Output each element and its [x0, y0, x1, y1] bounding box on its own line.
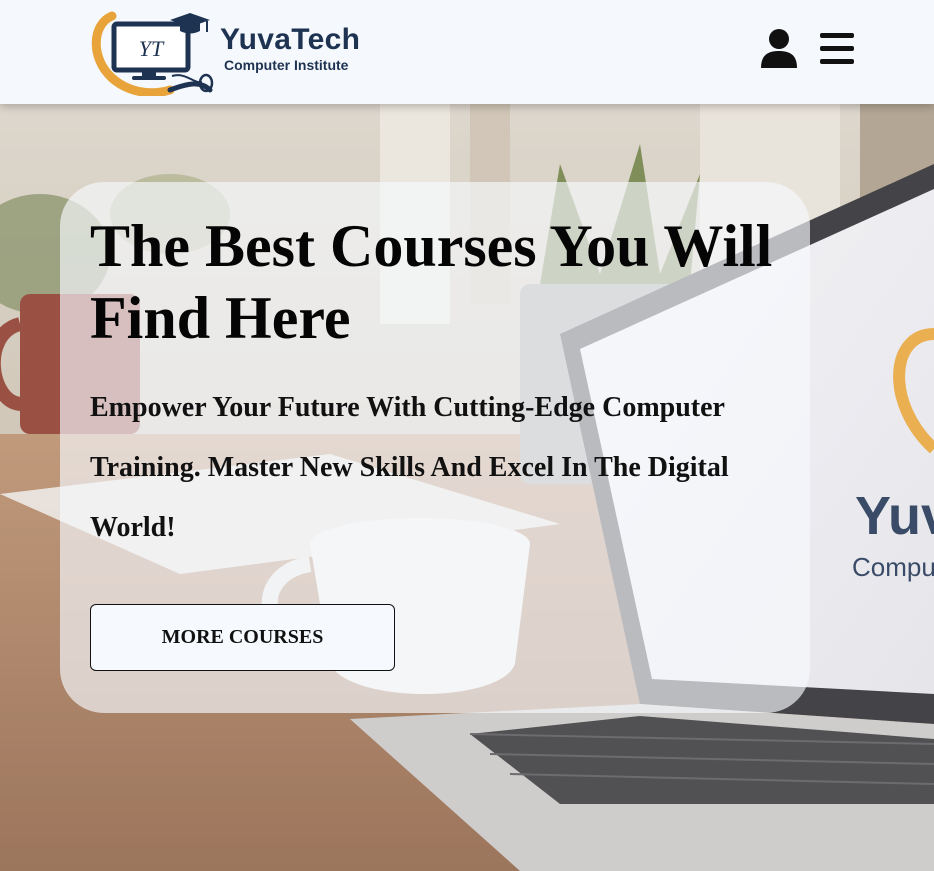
user-account-button[interactable] [760, 28, 798, 70]
hero-description: Empower Your Future With Cutting-Edge Co… [90, 392, 729, 543]
hero-title: The Best Courses You Will Find Here [90, 213, 773, 351]
brand-name: YuvaTech [220, 23, 361, 56]
user-icon [761, 29, 797, 68]
logo-monogram: YT [139, 36, 165, 61]
menu-toggle-button[interactable] [818, 33, 856, 65]
site-header: YT YuvaTech Computer Institute [0, 0, 934, 104]
hero-card: The Best Courses You Will Find Here Empo… [60, 182, 810, 713]
brand-subtitle: Computer Institute [224, 57, 349, 73]
logo-mark-icon: YT [91, 11, 214, 96]
site-logo[interactable]: YT YuvaTech Computer Institute [90, 10, 380, 96]
more-courses-button[interactable]: MORE COURSES [90, 604, 395, 671]
hamburger-menu-icon [820, 33, 854, 64]
